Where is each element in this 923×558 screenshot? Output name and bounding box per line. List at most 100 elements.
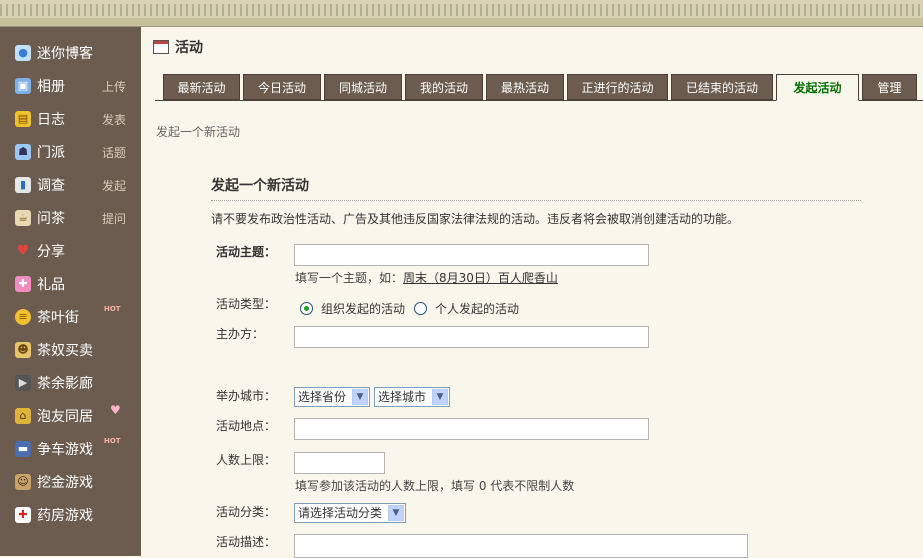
house-icon: ⌂: [15, 408, 31, 424]
tab-ended[interactable]: 已结束的活动: [671, 74, 773, 100]
category-select[interactable]: 请选择活动分类 ▼: [294, 503, 406, 523]
sidebar-ask-link[interactable]: 提问: [102, 210, 126, 227]
subject-input[interactable]: [294, 244, 649, 266]
city-select[interactable]: 选择城市 ▼: [374, 387, 450, 407]
tab-manage[interactable]: 管理: [862, 74, 917, 100]
sidebar-item-label: 日志: [37, 112, 65, 128]
sidebar-item-car-game[interactable]: ▬ 争车游戏 HOT: [0, 434, 141, 464]
city-label: 举办城市：: [216, 389, 277, 403]
sidebar-item-tea-slave[interactable]: ☻ 茶奴买卖: [0, 335, 141, 365]
location-input[interactable]: [294, 418, 649, 440]
sidebar-item-faction[interactable]: ☗ 门派 话题: [0, 137, 141, 167]
heart-share-icon: ♥: [16, 243, 30, 259]
breadcrumb: 发起一个新活动: [156, 125, 241, 139]
sidebar-item-label: 争车游戏: [37, 442, 93, 458]
limit-hint: 填写参加该活动的人数上限，填写 0 代表不限制人数: [295, 479, 575, 493]
sidebar: ● 迷你博客 ▣ 相册 上传 ▤ 日志 发表 ☗ 门派 话题 ▮ 调查 发起 ☕…: [0, 27, 141, 556]
form-notice: 请不要发布政治性活动、广告及其他违反国家法律法规的活动。违反者将会被取消创建活动…: [211, 212, 740, 226]
speech-bubble-icon: ●: [15, 45, 31, 61]
hot-badge: HOT: [104, 437, 121, 445]
limit-label: 人数上限：: [216, 453, 277, 467]
tab-create[interactable]: 发起活动: [776, 74, 859, 101]
type-option-org[interactable]: 组织发起的活动: [300, 300, 405, 317]
province-select[interactable]: 选择省份 ▼: [294, 387, 370, 407]
photo-icon: ▣: [15, 78, 31, 94]
tea-cup-icon: ☕: [15, 210, 31, 226]
sidebar-upload-link[interactable]: 上传: [102, 78, 126, 95]
description-textarea[interactable]: [294, 534, 748, 558]
group-icon: ☗: [15, 144, 31, 160]
sidebar-item-tea-street[interactable]: ≡ 茶叶街 HOT: [0, 302, 141, 332]
sidebar-item-label: 茶奴买卖: [37, 343, 93, 359]
sidebar-topic-link[interactable]: 话题: [102, 144, 126, 161]
sidebar-item-share[interactable]: ♥ 分享: [0, 236, 141, 266]
tab-today[interactable]: 今日活动: [243, 74, 321, 100]
category-select-value: 请选择活动分类: [298, 506, 383, 520]
band-edge: [0, 18, 923, 27]
sidebar-item-label: 门派: [37, 145, 65, 161]
gift-icon: ✚: [15, 276, 31, 292]
sidebar-item-label: 分享: [37, 244, 65, 260]
sidebar-item-label: 挖金游戏: [37, 475, 93, 491]
page-title-text: 活动: [175, 40, 203, 56]
sidebar-item-ask-tea[interactable]: ☕ 问茶 提问: [0, 203, 141, 233]
type-option-personal-label: 个人发起的活动: [435, 302, 520, 316]
tab-ongoing[interactable]: 正进行的活动: [567, 74, 668, 100]
organizer-label: 主办方：: [216, 327, 265, 341]
subject-label: 活动主题：: [216, 245, 277, 259]
sidebar-item-label: 泡友同居: [37, 409, 93, 425]
tab-mine[interactable]: 我的活动: [405, 74, 483, 100]
medicine-icon: ✚: [15, 507, 31, 523]
tab-latest[interactable]: 最新活动: [163, 74, 240, 100]
sidebar-item-label: 问茶: [37, 211, 65, 227]
fret-pattern: [0, 4, 923, 16]
sidebar-post-link[interactable]: 发表: [102, 111, 126, 128]
coins-icon: ≡: [15, 309, 31, 325]
form-title: 发起一个新活动: [211, 178, 309, 194]
sidebar-item-album[interactable]: ▣ 相册 上传: [0, 71, 141, 101]
subject-hint: 填写一个主题，如：周末（8月30日）百人爬香山: [295, 269, 558, 286]
hot-badge: HOT: [104, 305, 121, 313]
subject-hint-example: 周末（8月30日）百人爬香山: [403, 271, 558, 285]
top-decorative-band: [0, 0, 923, 27]
tab-same-city[interactable]: 同城活动: [324, 74, 402, 100]
sidebar-item-gallery[interactable]: ▶ 茶余影廊: [0, 368, 141, 398]
province-select-value: 选择省份: [298, 390, 347, 404]
sidebar-item-journal[interactable]: ▤ 日志 发表: [0, 104, 141, 134]
sidebar-item-label: 药房游戏: [37, 508, 93, 524]
sidebar-item-label: 迷你博客: [37, 46, 93, 62]
chevron-down-icon[interactable]: ▼: [432, 389, 448, 405]
location-label: 活动地点：: [216, 419, 277, 433]
calendar-icon: [153, 40, 169, 54]
notebook-icon: ▤: [15, 111, 31, 127]
sidebar-item-survey[interactable]: ▮ 调查 发起: [0, 170, 141, 200]
dotted-divider: [211, 200, 861, 201]
radio-unchecked-icon[interactable]: [414, 302, 427, 315]
sidebar-item-gifts[interactable]: ✚ 礼品: [0, 269, 141, 299]
sidebar-item-gold-game[interactable]: ☺ 挖金游戏: [0, 467, 141, 497]
sidebar-item-pharmacy-game[interactable]: ✚ 药房游戏: [0, 500, 141, 530]
chevron-down-icon[interactable]: ▼: [388, 505, 404, 521]
heart-icon: ♥: [110, 403, 121, 417]
sidebar-item-roommates[interactable]: ⌂ 泡友同居 ♥: [0, 401, 141, 431]
sidebar-start-link[interactable]: 发起: [102, 177, 126, 194]
sidebar-item-label: 调查: [37, 178, 65, 194]
film-icon: ▶: [15, 375, 31, 391]
tab-hottest[interactable]: 最热活动: [486, 74, 564, 100]
limit-input[interactable]: [294, 452, 385, 474]
organizer-input[interactable]: [294, 326, 649, 348]
sidebar-item-mini-blog[interactable]: ● 迷你博客: [0, 38, 141, 68]
chevron-down-icon[interactable]: ▼: [352, 389, 368, 405]
sidebar-item-label: 茶叶街: [37, 310, 79, 326]
bar-chart-icon: ▮: [15, 177, 31, 193]
car-icon: ▬: [15, 441, 31, 457]
sidebar-item-label: 礼品: [37, 277, 65, 293]
trade-icon: ☻: [15, 342, 31, 358]
type-option-personal[interactable]: 个人发起的活动: [414, 300, 519, 317]
city-select-value: 选择城市: [378, 390, 427, 404]
radio-checked-icon[interactable]: [300, 302, 313, 315]
description-label: 活动描述：: [216, 535, 277, 549]
sidebar-item-label: 相册: [37, 79, 65, 95]
main-content: 活动 最新活动 今日活动 同城活动 我的活动 最热活动 正进行的活动 已结束的活…: [141, 27, 923, 558]
sidebar-item-label: 茶余影廊: [37, 376, 93, 392]
